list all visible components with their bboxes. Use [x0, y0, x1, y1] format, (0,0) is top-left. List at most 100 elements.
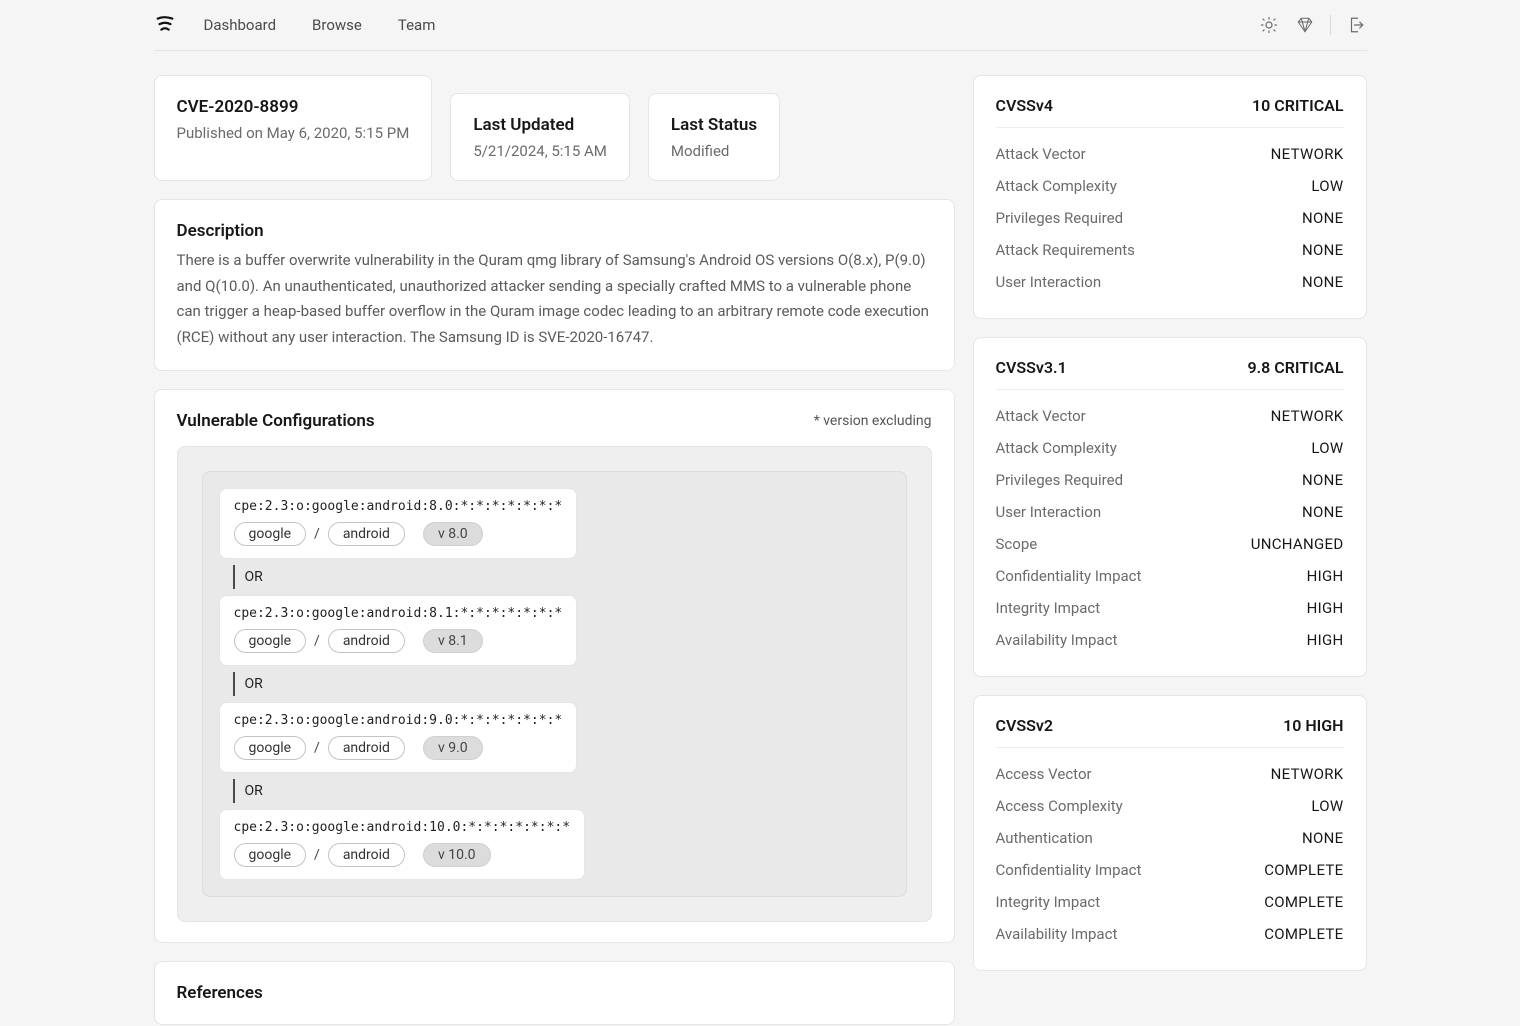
metric-value: NONE	[1302, 471, 1343, 489]
cve-id: CVE-2020-8899	[177, 96, 410, 118]
cve-summary-card: CVE-2020-8899 Published on May 6, 2020, …	[154, 75, 433, 181]
last-updated-title: Last Updated	[473, 114, 607, 136]
nav-link-browse[interactable]: Browse	[312, 16, 362, 34]
metric-row: User Interaction NONE	[996, 496, 1344, 528]
metric-value: NONE	[1302, 503, 1343, 521]
vuln-configs-outer: cpe:2.3:o:google:android:8.0:*:*:*:*:*:*…	[177, 446, 932, 922]
metric-label: Availability Impact	[996, 631, 1118, 649]
product-pill[interactable]: android	[328, 736, 405, 760]
nav-link-dashboard[interactable]: Dashboard	[204, 16, 277, 34]
metric-value: NONE	[1302, 829, 1343, 847]
app-logo[interactable]	[154, 14, 176, 36]
vuln-configs-group: cpe:2.3:o:google:android:8.0:*:*:*:*:*:*…	[202, 471, 907, 897]
description-card: Description There is a buffer overwrite …	[154, 199, 955, 371]
or-separator: OR	[233, 565, 890, 589]
metric-value: NONE	[1302, 241, 1343, 259]
metric-label: Attack Complexity	[996, 439, 1117, 457]
metric-label: Privileges Required	[996, 471, 1124, 489]
cpe-entry: cpe:2.3:o:google:android:9.0:*:*:*:*:*:*…	[219, 702, 578, 773]
metric-row: Integrity Impact COMPLETE	[996, 886, 1344, 918]
slash-sep: /	[314, 633, 320, 649]
metric-row: Availability ImpactCOMPLETE	[996, 918, 1344, 950]
metric-value: HIGH	[1307, 599, 1344, 617]
metric-value: NONE	[1302, 273, 1343, 291]
metric-value: LOW	[1311, 439, 1343, 457]
metric-label: Attack Complexity	[996, 177, 1117, 195]
metric-label: Integrity Impact	[996, 893, 1101, 911]
metric-row: Attack Complexity LOW	[996, 432, 1344, 464]
metric-value: COMPLETE	[1264, 893, 1343, 911]
vuln-configs-title: Vulnerable Configurations	[177, 410, 375, 432]
last-status-value: Modified	[671, 142, 757, 160]
cvss-column: CVSSv410 CRITICALAttack VectorNETWORKAtt…	[973, 75, 1367, 971]
metric-row: ScopeUNCHANGED	[996, 528, 1344, 560]
vendor-pill[interactable]: google	[234, 629, 307, 653]
metric-value: LOW	[1311, 797, 1343, 815]
slash-sep: /	[314, 847, 320, 863]
metric-label: Attack Vector	[996, 145, 1086, 163]
metric-label: Availability Impact	[996, 925, 1118, 943]
description-title: Description	[177, 220, 932, 242]
references-title: References	[177, 982, 932, 1004]
vuln-configs-card: Vulnerable Configurations * version excl…	[154, 389, 955, 943]
last-status-card: Last Status Modified	[648, 93, 780, 181]
product-pill[interactable]: android	[328, 843, 405, 867]
metric-value: HIGH	[1307, 631, 1344, 649]
vendor-pill[interactable]: google	[234, 843, 307, 867]
metric-row: Access Vector NETWORK	[996, 758, 1344, 790]
or-separator: OR	[233, 779, 890, 803]
slash-sep: /	[314, 740, 320, 756]
cpe-string: cpe:2.3:o:google:android:8.1:*:*:*:*:*:*…	[234, 606, 563, 621]
version-pill: v 9.0	[423, 736, 483, 760]
cvss-score: 9.8 CRITICAL	[1247, 358, 1343, 377]
metric-label: Access Complexity	[996, 797, 1123, 815]
last-updated-value: 5/21/2024, 5:15 AM	[473, 142, 607, 160]
vendor-pill[interactable]: google	[234, 522, 307, 546]
metric-value: NETWORK	[1271, 407, 1344, 425]
vendor-pill[interactable]: google	[234, 736, 307, 760]
theme-toggle-icon[interactable]	[1258, 14, 1280, 36]
product-pill[interactable]: android	[328, 629, 405, 653]
metric-row: Integrity Impact HIGH	[996, 592, 1344, 624]
references-card: References	[154, 961, 955, 1025]
cpe-string: cpe:2.3:o:google:android:9.0:*:*:*:*:*:*…	[234, 713, 563, 728]
cvss-name: CVSSv3.1	[996, 358, 1067, 377]
version-pill: v 8.0	[423, 522, 483, 546]
metric-row: Privileges RequiredNONE	[996, 202, 1344, 234]
last-status-title: Last Status	[671, 114, 757, 136]
logout-icon[interactable]	[1345, 14, 1367, 36]
metric-label: Authentication	[996, 829, 1093, 847]
metric-label: Attack Requirements	[996, 241, 1135, 259]
metric-value: NETWORK	[1271, 765, 1344, 783]
product-pill[interactable]: android	[328, 522, 405, 546]
cpe-string: cpe:2.3:o:google:android:8.0:*:*:*:*:*:*…	[234, 499, 563, 514]
metric-label: User Interaction	[996, 503, 1102, 521]
version-pill: v 8.1	[423, 629, 483, 653]
metric-label: Privileges Required	[996, 209, 1124, 227]
metric-row: Availability Impact HIGH	[996, 624, 1344, 656]
metric-value: NETWORK	[1271, 145, 1344, 163]
metric-row: Attack Complexity LOW	[996, 170, 1344, 202]
cvss-panel: CVSSv3.1 9.8 CRITICAL Attack Vector NETWORK…	[973, 337, 1367, 677]
nav-link-team[interactable]: Team	[398, 16, 436, 34]
cvss-panel: CVSSv410 CRITICALAttack VectorNETWORKAtt…	[973, 75, 1367, 319]
nav-divider	[1330, 15, 1331, 35]
metric-value: UNCHANGED	[1251, 535, 1344, 553]
metric-row: Confidentiality ImpactCOMPLETE	[996, 854, 1344, 886]
last-updated-card: Last Updated 5/21/2024, 5:15 AM	[450, 93, 630, 181]
metric-row: Confidentiality ImpactHIGH	[996, 560, 1344, 592]
metric-label: Access Vector	[996, 765, 1092, 783]
metric-label: Confidentiality Impact	[996, 567, 1142, 585]
nav-links: Dashboard Browse Team	[204, 16, 436, 34]
summary-row: CVE-2020-8899 Published on May 6, 2020, …	[154, 75, 955, 181]
metric-row: Attack Vector NETWORK	[996, 400, 1344, 432]
sketch-diamond-icon[interactable]	[1294, 14, 1316, 36]
published-date: Published on May 6, 2020, 5:15 PM	[177, 124, 410, 142]
metric-row: Attack Vector NETWORK	[996, 138, 1344, 170]
cvss-name: CVSSv4	[996, 96, 1054, 115]
metric-value: LOW	[1311, 177, 1343, 195]
slash-sep: /	[314, 526, 320, 542]
metric-label: Integrity Impact	[996, 599, 1101, 617]
metric-label: Attack Vector	[996, 407, 1086, 425]
metric-row: Attack Requirements NONE	[996, 234, 1344, 266]
